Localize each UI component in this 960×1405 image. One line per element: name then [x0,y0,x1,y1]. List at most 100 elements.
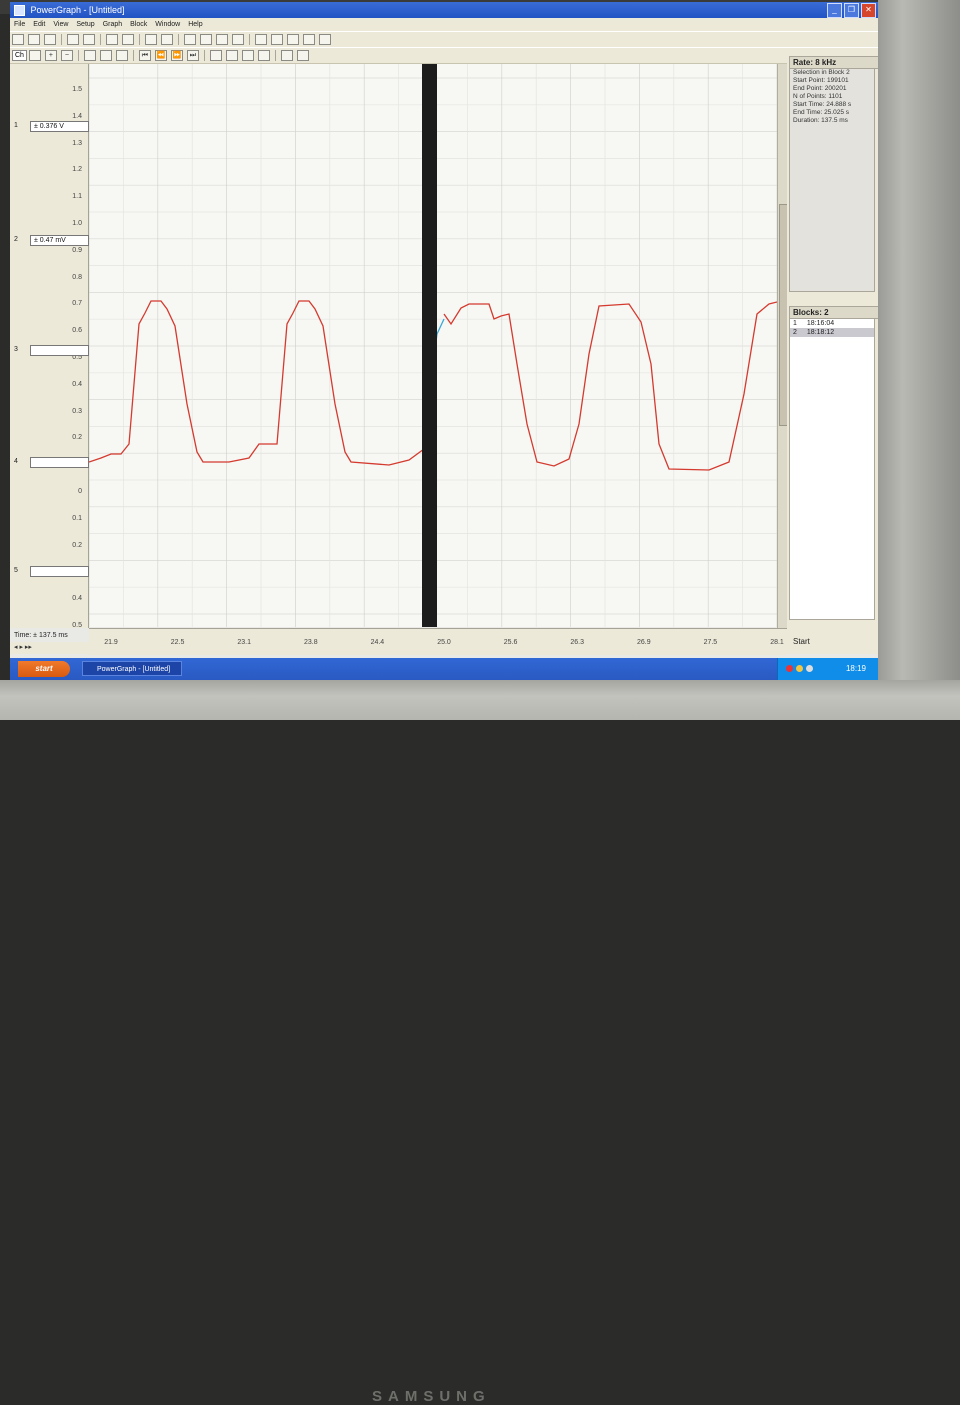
channel-2-range[interactable]: ± 0.47 mV [30,235,89,246]
system-tray: 18:19 [777,658,878,680]
x-tick-label: 22.5 [170,639,185,646]
block-row-selected[interactable]: 2 18:18:12 [790,328,874,337]
y-tick-label: 0 [78,488,82,495]
block-number: 2 [793,329,797,336]
menu-file[interactable]: File [10,18,29,31]
blocks-list: 1 18:16:04 2 18:18:12 [789,318,875,620]
y-tick-label: 0.4 [72,595,82,603]
start-acquisition-button[interactable]: Start [793,637,810,646]
y-tick-label: 0.1 [72,514,82,522]
save-icon[interactable] [44,34,56,45]
y-tick-label: 0.5 [72,622,82,629]
menu-window[interactable]: Window [151,18,184,31]
fft-icon[interactable] [303,34,315,45]
delete-block-icon[interactable] [257,50,270,61]
filter-icon[interactable] [255,34,267,45]
x-tick-label: 27.5 [703,639,718,646]
channel-3-range[interactable] [30,345,89,356]
y-tick-label: 0.8 [72,273,82,281]
block-separator [422,64,437,627]
info-line: Start Point: 199101 [793,77,849,84]
expand-icon[interactable] [280,50,293,61]
time-scale-label[interactable]: Time: ± 137.5 ms [14,632,68,639]
y-tick-label: 0.6 [72,327,82,335]
stop-icon[interactable] [161,34,173,45]
pencil-icon[interactable] [200,34,212,45]
channel-5-range[interactable] [30,566,89,577]
x-tick-label: 23.8 [303,639,318,646]
fit-icon[interactable] [99,50,112,61]
y-tick-label: 0.7 [72,300,82,308]
channel-4-label: 4 [14,458,18,465]
start-menu-button[interactable]: start [18,661,70,677]
export-icon[interactable] [216,34,228,45]
y-tick-label: 1.1 [72,193,82,201]
graph-plot-area[interactable] [89,64,777,627]
x-tick-label: 26.3 [570,639,584,646]
minimize-button[interactable]: _ [827,3,842,18]
copy-icon[interactable] [106,34,118,45]
zoom-in-icon[interactable]: + [44,50,57,61]
record-icon[interactable] [145,34,157,45]
new-icon[interactable] [12,34,24,45]
channel-select[interactable]: Ch [12,50,27,61]
block-icon[interactable] [241,50,254,61]
scale-icon[interactable] [115,50,128,61]
taskbar-item-powergraph[interactable]: PowerGraph - [Untitled] [82,661,182,676]
go-last-icon[interactable]: ⏭ [186,50,199,61]
menu-graph[interactable]: Graph [99,18,126,31]
go-first-icon[interactable]: ⏮ [138,50,151,61]
channel-4-range[interactable] [30,457,89,468]
info-line: End Time: 25.025 s [793,109,850,116]
graph-toolbar: Ch + − ⏮ ⏪ ⏩ ⏭ [10,47,878,64]
y-tick-label: 1.4 [72,112,82,120]
x-tick-label: 21.9 [104,639,118,646]
signal-trace-right [443,301,777,471]
info-line: Selection in Block 2 [793,69,850,76]
start-panel: Start [787,628,878,654]
antivirus-icon[interactable] [786,665,793,672]
select-icon[interactable] [209,50,222,61]
screen: PowerGraph - [Untitled] _ ❐ ✕ File Edit … [10,2,878,680]
layout-icon[interactable] [28,50,41,61]
network-icon[interactable] [796,665,803,672]
transform-icon[interactable] [271,34,283,45]
restore-button[interactable]: ❐ [844,3,859,18]
measure-icon[interactable] [319,34,331,45]
x-tick-label: 24.4 [370,639,385,646]
x-tick-label: 25.6 [503,639,518,646]
y-tick-label: 0.9 [72,246,82,254]
block-row[interactable]: 1 18:16:04 [790,319,874,328]
menu-setup[interactable]: Setup [72,18,98,31]
taskbar: start PowerGraph - [Untitled] 18:19 [10,658,878,680]
play-icon[interactable] [184,34,196,45]
menu-view[interactable]: View [49,18,72,31]
open-block-icon[interactable] [67,34,79,45]
menu-block[interactable]: Block [126,18,151,31]
x-axis: 21.9 22.5 23.1 23.8 24.4 25.0 25.6 26.3 26.9 27.5… [89,628,787,655]
paste-icon[interactable] [122,34,134,45]
volume-icon[interactable] [806,665,813,672]
scroll-controls[interactable]: ◂ ▸ ▸▸ [10,642,89,654]
info-line: N of Points: 1101 [793,93,843,100]
settings-icon[interactable] [232,34,244,45]
monitor-brand-logo: SAMSUNG [372,1388,491,1405]
close-button[interactable]: ✕ [861,3,876,18]
collapse-icon[interactable] [296,50,309,61]
open-icon[interactable] [28,34,40,45]
cursor-icon[interactable] [83,50,96,61]
x-tick-label: 26.9 [636,639,651,646]
go-prev-icon[interactable]: ⏪ [154,50,167,61]
delete-selection-icon[interactable] [225,50,238,61]
save-block-icon[interactable] [83,34,95,45]
y-tick-label: 1.5 [72,86,82,93]
menu-help[interactable]: Help [184,18,206,31]
spectrum-icon[interactable] [287,34,299,45]
x-tick-label: 25.0 [437,639,451,646]
menu-edit[interactable]: Edit [29,18,49,31]
go-next-icon[interactable]: ⏩ [170,50,183,61]
channel-5-label: 5 [14,567,18,574]
channel-1-range[interactable]: ± 0.376 V [30,121,89,132]
channel-3-label: 3 [14,346,18,353]
zoom-out-icon[interactable]: − [60,50,73,61]
